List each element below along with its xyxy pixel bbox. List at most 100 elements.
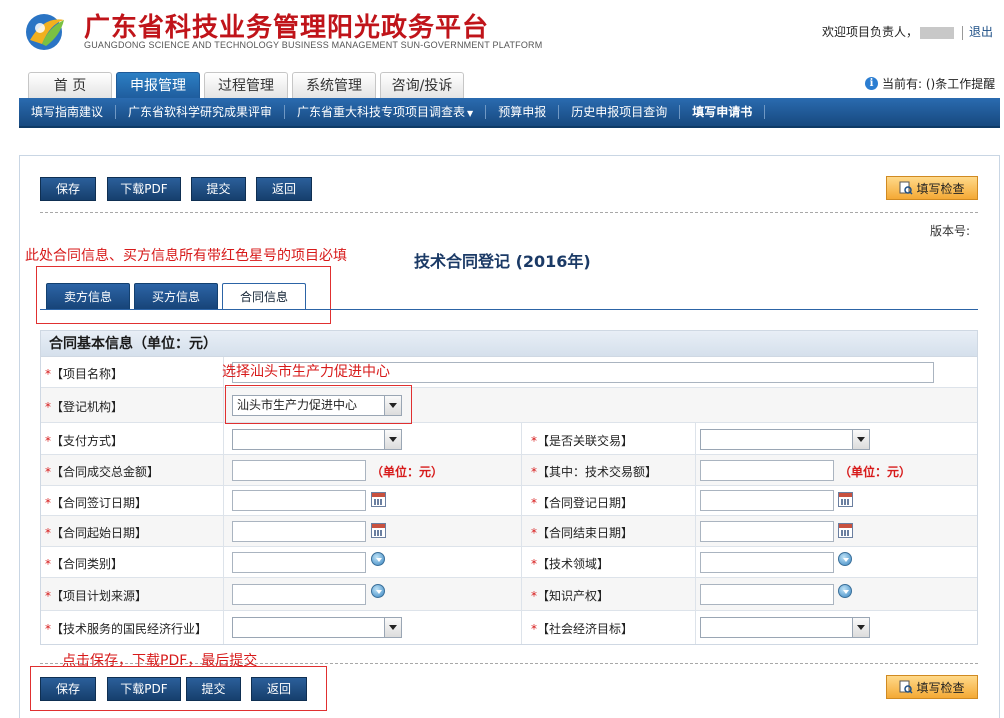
site-header: 广东省科技业务管理阳光政务平台 GUANGDONG SCIENCE AND TE… xyxy=(0,0,1004,60)
site-title: 广东省科技业务管理阳光政务平台 xyxy=(84,13,490,43)
calendar-icon[interactable] xyxy=(371,523,386,538)
main-tab-system[interactable]: 系统管理 xyxy=(292,72,376,98)
dropdown-arrow-icon xyxy=(852,430,869,449)
submit-button-bottom[interactable]: 提交 xyxy=(186,677,241,701)
submit-button-top[interactable]: 提交 xyxy=(191,177,246,201)
subnav-soft-science-review[interactable]: 广东省软科学研究成果评审 xyxy=(116,105,286,119)
label-project-name: *【项目名称】 xyxy=(45,367,124,381)
subnav-budget[interactable]: 预算申报 xyxy=(486,105,560,119)
tech-field-input[interactable] xyxy=(700,552,834,573)
dropdown-arrow-icon xyxy=(384,618,401,637)
label-registry: *【登记机构】 xyxy=(45,400,124,414)
col-divider xyxy=(223,388,224,422)
platform-logo-icon xyxy=(26,14,64,50)
back-button-top[interactable]: 返回 xyxy=(256,177,312,201)
plan-source-input[interactable] xyxy=(232,584,366,605)
reminder-notice[interactable]: i 当前有: ()条工作提醒 xyxy=(865,75,995,92)
back-button-bottom[interactable]: 返回 xyxy=(251,677,307,701)
main-tab-consult[interactable]: 咨询/投诉 xyxy=(380,72,464,98)
row-industry: *【技术服务的国民经济行业】 *【社会经济目标】 xyxy=(41,611,977,644)
site-subtitle: GUANGDONG SCIENCE AND TECHNOLOGY BUSINES… xyxy=(84,40,543,50)
label-related-trade: *【是否关联交易】 xyxy=(531,434,634,448)
industry-select[interactable] xyxy=(232,617,402,638)
picker-icon[interactable] xyxy=(371,584,385,598)
main-tab-home[interactable]: 首 页 xyxy=(28,72,112,98)
tab-buyer-info[interactable]: 买方信息 xyxy=(134,283,218,309)
form-tabs: 卖方信息 买方信息 合同信息 xyxy=(46,283,306,310)
register-date-input[interactable] xyxy=(700,490,834,511)
col-divider xyxy=(223,611,224,644)
tab-contract-info[interactable]: 合同信息 xyxy=(222,283,306,310)
calendar-icon[interactable] xyxy=(838,523,853,538)
col-divider xyxy=(521,486,522,515)
calendar-icon[interactable] xyxy=(838,492,853,507)
fill-check-label: 填写检查 xyxy=(916,181,965,196)
label-total-amount: *【合同成交总金额】 xyxy=(45,465,160,479)
ip-input[interactable] xyxy=(700,584,834,605)
username-redacted xyxy=(920,26,955,39)
label-start-date: *【合同起始日期】 xyxy=(45,526,148,540)
row-project-name: *【项目名称】 xyxy=(41,357,977,388)
col-divider xyxy=(695,578,696,610)
picker-icon[interactable] xyxy=(838,552,852,566)
download-pdf-button-top[interactable]: 下载PDF xyxy=(107,177,181,201)
picker-icon[interactable] xyxy=(371,552,385,566)
main-tab-process[interactable]: 过程管理 xyxy=(204,72,288,98)
label-end-date: *【合同结束日期】 xyxy=(531,526,634,540)
reminder-text: 当前有: ()条工作提醒 xyxy=(882,77,996,91)
col-divider xyxy=(223,578,224,610)
fill-check-button-top[interactable]: 填写检查 xyxy=(886,176,978,200)
related-trade-select[interactable] xyxy=(700,429,870,450)
caret-down-icon: ▼ xyxy=(467,109,474,118)
col-divider xyxy=(695,611,696,644)
col-divider xyxy=(223,455,224,485)
end-date-input[interactable] xyxy=(700,521,834,542)
subnav-fill-application[interactable]: 填写申请书 xyxy=(680,105,766,119)
col-divider xyxy=(695,455,696,485)
subnav-history-query[interactable]: 历史申报项目查询 xyxy=(559,105,681,119)
annotation-required-note: 此处合同信息、买方信息所有带红色星号的项目必填 xyxy=(25,248,347,264)
label-contract-type: *【合同类别】 xyxy=(45,557,124,571)
col-divider xyxy=(521,578,522,610)
col-divider xyxy=(521,611,522,644)
magnifier-doc-icon xyxy=(899,181,914,195)
tab-seller-info[interactable]: 卖方信息 xyxy=(46,283,130,309)
col-divider xyxy=(521,547,522,577)
logout-link[interactable]: 退出 xyxy=(969,25,993,39)
label-sign-date: *【合同签订日期】 xyxy=(45,496,148,510)
dropdown-arrow-icon xyxy=(852,618,869,637)
calendar-icon[interactable] xyxy=(371,492,386,507)
col-divider xyxy=(695,547,696,577)
version-label: 版本号: xyxy=(930,224,971,238)
label-industry: *【技术服务的国民经济行业】 xyxy=(45,622,208,636)
col-divider xyxy=(695,423,696,454)
download-pdf-button-bottom[interactable]: 下载PDF xyxy=(107,677,181,701)
fill-check-button-bottom[interactable]: 填写检查 xyxy=(886,675,978,699)
col-divider xyxy=(695,486,696,515)
main-tab-application[interactable]: 申报管理 xyxy=(116,72,200,98)
col-divider xyxy=(521,516,522,546)
tech-amount-input[interactable] xyxy=(700,460,834,481)
start-date-input[interactable] xyxy=(232,521,366,542)
save-button-top[interactable]: 保存 xyxy=(40,177,96,201)
label-tech-amount: *【其中：技术交易额】 xyxy=(531,465,658,479)
form-section-title: 合同基本信息（单位：元） xyxy=(41,331,977,357)
divider xyxy=(962,25,964,40)
welcome-text: 欢迎项目负责人， xyxy=(822,25,919,39)
welcome-bar: 欢迎项目负责人， 退出 xyxy=(822,23,993,40)
picker-icon[interactable] xyxy=(838,584,852,598)
contract-type-input[interactable] xyxy=(232,552,366,573)
col-divider xyxy=(223,423,224,454)
label-payment: *【支付方式】 xyxy=(45,434,124,448)
social-goal-select[interactable] xyxy=(700,617,870,638)
annotation-select-note: 选择汕头市生产力促进中心 xyxy=(222,364,390,380)
row-sign-dates: *【合同签订日期】 *【合同登记日期】 xyxy=(41,486,977,516)
subnav-major-project-survey[interactable]: 广东省重大科技专项项目调查表 ▼ xyxy=(285,105,487,119)
unit-label: （单位：元） xyxy=(371,465,444,479)
row-source: *【项目计划来源】 *【知识产权】 xyxy=(41,578,977,611)
save-button-bottom[interactable]: 保存 xyxy=(40,677,96,701)
total-amount-input[interactable] xyxy=(232,460,366,481)
payment-select[interactable] xyxy=(232,429,402,450)
subnav-guide-suggestion[interactable]: 填写指南建议 xyxy=(19,105,117,119)
sign-date-input[interactable] xyxy=(232,490,366,511)
